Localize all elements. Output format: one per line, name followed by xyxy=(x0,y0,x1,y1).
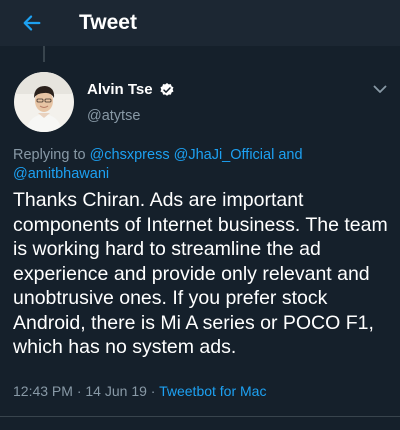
mention-link[interactable]: @amitbhawani xyxy=(13,166,109,182)
tweet-time: 12:43 PM xyxy=(13,383,73,399)
reply-conjunction: and xyxy=(278,147,303,163)
tweet-meta: 12:43 PM · 14 Jun 19 · Tweetbot for Mac xyxy=(13,383,393,399)
author-name: Alvin Tse xyxy=(87,81,153,98)
reply-to-label: Replying to xyxy=(13,147,86,163)
app-bar: Tweet xyxy=(0,0,400,46)
author-name-row[interactable]: Alvin Tse xyxy=(87,81,175,98)
tweet-date: 14 Jun 19 xyxy=(85,383,147,399)
back-button[interactable] xyxy=(9,0,55,46)
verified-badge-icon xyxy=(159,82,175,98)
thread-connector-line xyxy=(43,46,45,62)
divider xyxy=(0,416,400,417)
more-options-button[interactable] xyxy=(371,82,389,96)
mention-link[interactable]: @JhaJi_Official xyxy=(174,147,275,163)
avatar-image xyxy=(14,72,74,132)
chevron-down-icon xyxy=(373,85,387,93)
page-title: Tweet xyxy=(79,11,137,34)
meta-separator: · xyxy=(76,383,82,399)
arrow-left-icon xyxy=(23,15,41,31)
reply-context: Replying to @chsxpress @JhaJi_Official a… xyxy=(13,146,393,184)
meta-separator: · xyxy=(150,383,156,399)
tweet-source-link[interactable]: Tweetbot for Mac xyxy=(159,383,266,399)
avatar[interactable] xyxy=(14,72,74,132)
tweet-text: Thanks Chiran. Ads are important compone… xyxy=(13,189,388,358)
mention-link[interactable]: @chsxpress xyxy=(90,147,170,163)
author-handle[interactable]: @atytse xyxy=(87,108,140,124)
